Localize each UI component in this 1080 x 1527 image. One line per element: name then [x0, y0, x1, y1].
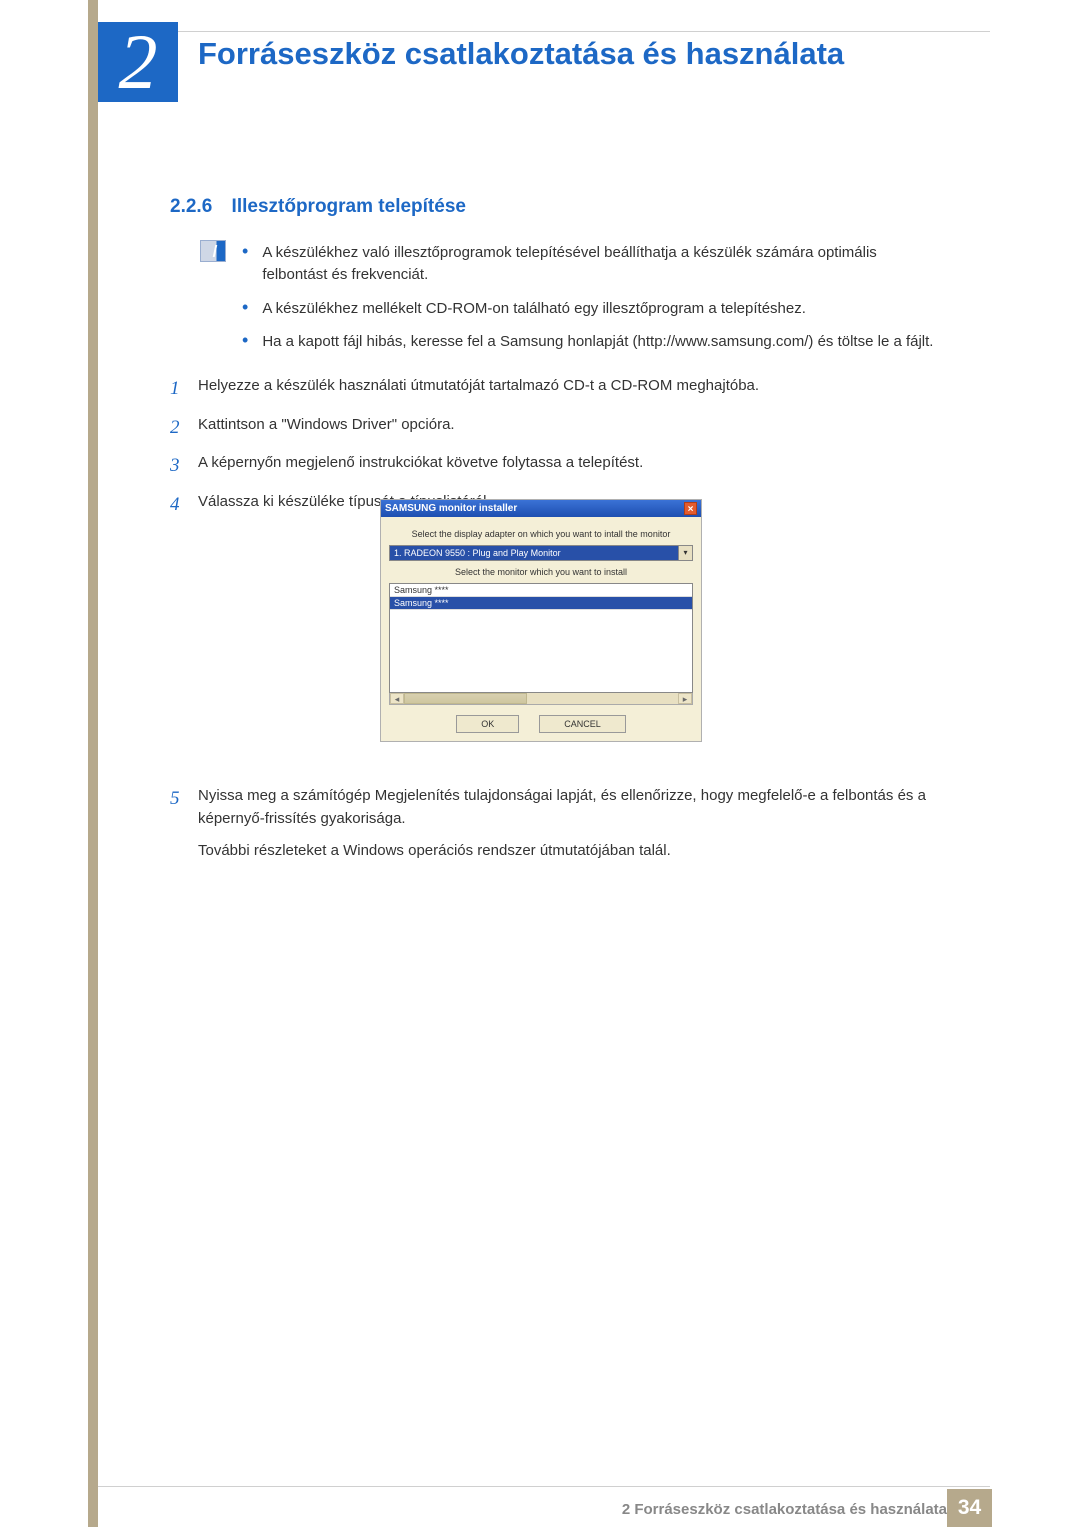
step-5-block: 5 Nyissa meg a számítógép Megjelenítés t… [170, 785, 950, 873]
list-item-selected[interactable]: Samsung **** [390, 597, 692, 610]
step-text: További részleteket a Windows operációs … [198, 840, 950, 863]
step-text: A képernyőn megjelenő instrukciókat köve… [198, 452, 950, 481]
chapter-title: Forráseszköz csatlakoztatása és használa… [198, 36, 844, 72]
ok-button[interactable]: OK [456, 715, 519, 733]
step-number-blank [170, 840, 198, 863]
step-number: 2 [170, 414, 198, 443]
section-heading: 2.2.6 Illesztőprogram telepítése [170, 196, 466, 218]
footer: 2 Forráseszköz csatlakoztatása és haszná… [0, 1487, 1080, 1527]
close-icon[interactable]: × [684, 502, 697, 515]
bullet-item: • A készülékhez mellékelt CD-ROM-on talá… [242, 298, 942, 320]
installer-window: SAMSUNG monitor installer × Select the d… [380, 499, 702, 742]
adapter-select[interactable]: 1. RADEON 9550 : Plug and Play Monitor ▾ [389, 545, 693, 561]
bullet-dot-icon: • [242, 298, 248, 320]
step-number: 1 [170, 375, 198, 404]
cancel-button[interactable]: CANCEL [539, 715, 626, 733]
bullet-item: • Ha a kapott fájl hibás, keresse fel a … [242, 331, 942, 353]
bullet-dot-icon: • [242, 242, 248, 286]
header-rule [98, 31, 990, 32]
step-number: 4 [170, 491, 198, 520]
window-title: SAMSUNG monitor installer [385, 503, 517, 514]
window-titlebar: SAMSUNG monitor installer × [381, 500, 701, 517]
bullet-text: Ha a kapott fájl hibás, keresse fel a Sa… [262, 331, 942, 353]
section-title: Illesztőprogram telepítése [232, 196, 466, 217]
dialog-buttons: OK CANCEL [389, 715, 693, 733]
note-icon [200, 240, 226, 262]
page-number: 34 [947, 1489, 992, 1527]
list-item[interactable]: Samsung **** [390, 584, 692, 597]
monitor-label: Select the monitor which you want to ins… [389, 567, 693, 577]
chapter-number-badge: 2 [98, 22, 178, 102]
scroll-left-icon[interactable]: ◂ [390, 693, 404, 704]
step-number: 5 [170, 785, 198, 830]
left-tab-strip [88, 0, 98, 1527]
scroll-thumb[interactable] [404, 693, 527, 704]
step-text: Kattintson a "Windows Driver" opcióra. [198, 414, 950, 443]
scroll-track[interactable] [404, 693, 678, 704]
footer-chapter-label: 2 Forráseszköz csatlakoztatása és haszná… [622, 1501, 947, 1518]
step-5: 5 Nyissa meg a számítógép Megjelenítés t… [170, 785, 950, 830]
horizontal-scrollbar[interactable]: ◂ ▸ [389, 693, 693, 705]
note-bullets: • A készülékhez való illesztőprogramok t… [242, 242, 942, 365]
chevron-down-icon[interactable]: ▾ [678, 546, 692, 560]
monitor-list[interactable]: Samsung **** Samsung **** [389, 583, 693, 693]
bullet-text: A készülékhez mellékelt CD-ROM-on találh… [262, 298, 942, 320]
step-5-extra: További részleteket a Windows operációs … [170, 840, 950, 863]
section-number: 2.2.6 [170, 196, 212, 217]
step-number: 3 [170, 452, 198, 481]
step-3: 3 A képernyőn megjelenő instrukciókat kö… [170, 452, 950, 481]
step-1: 1 Helyezze a készülék használati útmutat… [170, 375, 950, 404]
step-text: Nyissa meg a számítógép Megjelenítés tul… [198, 785, 950, 830]
bullet-text: A készülékhez való illesztőprogramok tel… [262, 242, 942, 286]
bullet-dot-icon: • [242, 331, 248, 353]
step-2: 2 Kattintson a "Windows Driver" opcióra. [170, 414, 950, 443]
scroll-right-icon[interactable]: ▸ [678, 693, 692, 704]
adapter-label: Select the display adapter on which you … [389, 529, 693, 539]
installer-screenshot: SAMSUNG monitor installer × Select the d… [380, 499, 702, 742]
step-text: Helyezze a készülék használati útmutatój… [198, 375, 950, 404]
adapter-select-value: 1. RADEON 9550 : Plug and Play Monitor [390, 546, 678, 560]
bullet-item: • A készülékhez való illesztőprogramok t… [242, 242, 942, 286]
window-body: Select the display adapter on which you … [381, 517, 701, 741]
